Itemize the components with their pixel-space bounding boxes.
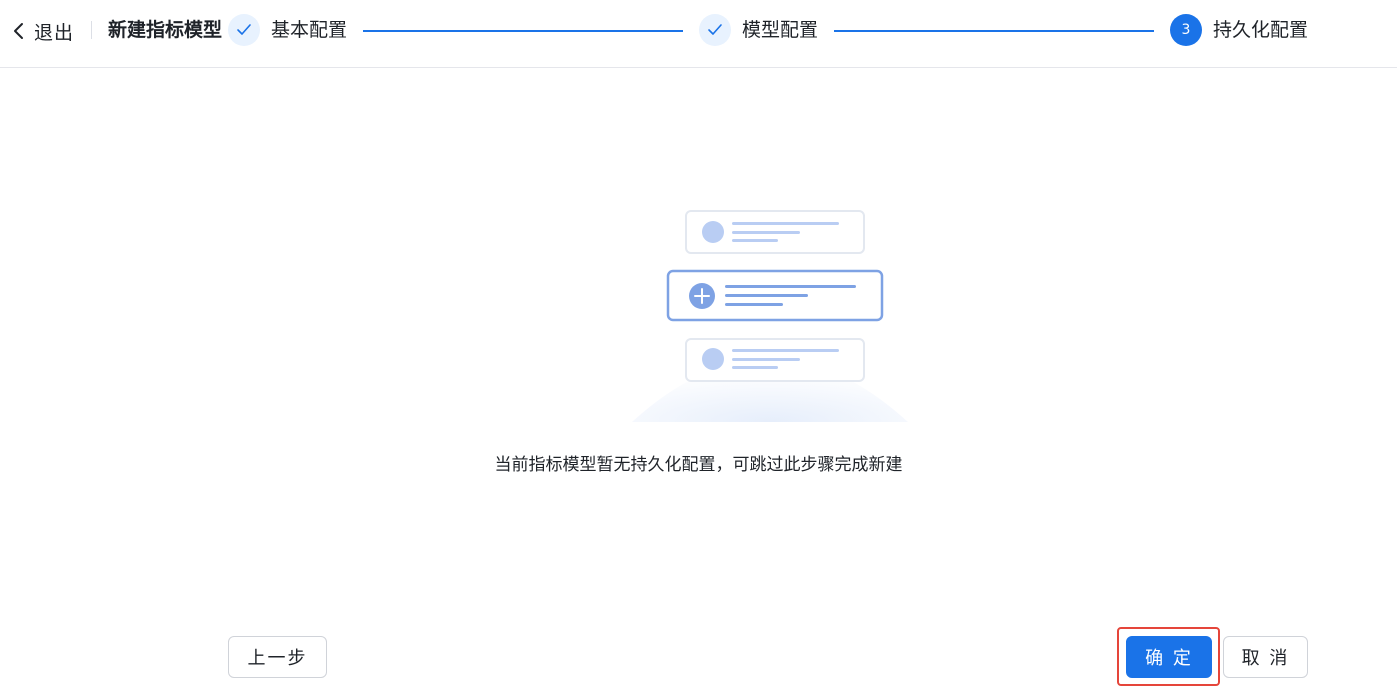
exit-label: 退出 <box>34 21 75 44</box>
previous-step-button[interactable]: 上一步 <box>228 636 327 678</box>
page-title: 新建指标模型 <box>108 19 223 41</box>
step-connector-1 <box>363 30 683 32</box>
step-1-check-icon <box>228 14 260 46</box>
step-1-label: 基本配置 <box>271 19 348 41</box>
step-connector-2 <box>834 30 1154 32</box>
step-3-number: 3 <box>1170 14 1202 46</box>
empty-list-illustration <box>632 210 908 422</box>
empty-state-message: 当前指标模型暂无持久化配置，可跳过此步骤完成新建 <box>494 455 903 475</box>
page: 退出 新建指标模型 基本配置 模型配置 3 持久化配置 当前指标模型暂无持久化配… <box>0 0 1397 695</box>
step-2-check-icon <box>699 14 731 46</box>
exit-button[interactable]: 退出 <box>10 16 74 46</box>
header: 退出 新建指标模型 基本配置 模型配置 3 持久化配置 <box>0 0 1397 68</box>
cancel-button[interactable]: 取 消 <box>1223 636 1308 678</box>
header-divider <box>91 21 92 39</box>
chevron-left-icon <box>10 22 28 40</box>
step-2-label: 模型配置 <box>742 19 819 41</box>
confirm-button[interactable]: 确 定 <box>1126 636 1212 678</box>
step-3-label: 持久化配置 <box>1213 19 1309 41</box>
